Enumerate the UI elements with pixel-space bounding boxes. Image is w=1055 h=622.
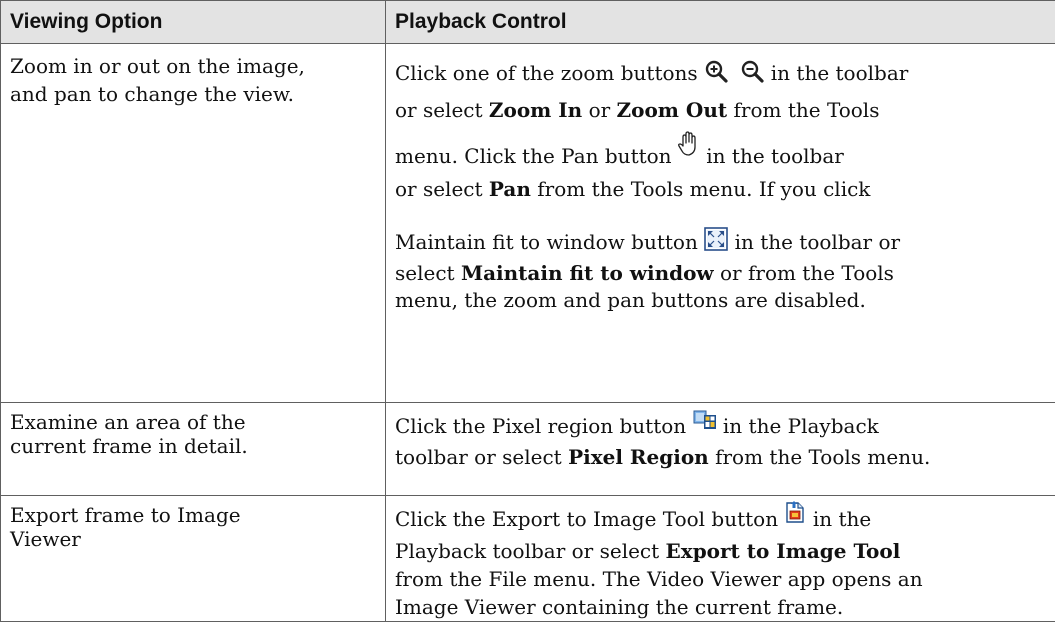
bold-term: Pan [489, 177, 531, 201]
bold-term: Zoom Out [617, 98, 728, 122]
option-text: Zoom in or out on the image, [10, 52, 379, 80]
control-text: in the toolbar [771, 61, 909, 85]
control-text: menu, the zoom and pan buttons are disab… [395, 288, 866, 312]
playback-control-cell: Click the Pixel region button [386, 403, 1055, 496]
control-text: from the Tools menu. If you click [537, 177, 870, 201]
bold-term: Export to Image Tool [666, 539, 901, 563]
fit-to-window-icon [704, 227, 728, 251]
option-text: Examine an area of the [10, 410, 379, 434]
control-text: from the Tools menu. [715, 445, 930, 469]
playback-control-cell: Click one of the zoom buttons [386, 44, 1055, 403]
option-text: current frame in detail. [10, 434, 379, 458]
control-text: menu. Click the Pan button [395, 144, 672, 168]
control-text: Image Viewer containing the current fram… [395, 593, 1050, 621]
control-text: or from the Tools [720, 261, 894, 285]
table-row: Examine an area of the current frame in … [1, 403, 1055, 496]
option-text: and pan to change the view. [10, 80, 379, 108]
table-row: Export frame to Image Viewer Click the E… [1, 496, 1055, 622]
bold-term: Maintain fit to window [461, 261, 714, 285]
control-text: Click one of the zoom buttons [395, 61, 698, 85]
control-text: or select [395, 98, 483, 122]
table-header-row: Viewing Option Playback Control [1, 1, 1055, 44]
header-viewing-option: Viewing Option [1, 1, 386, 44]
playback-control-cell: Click the Export to Image Tool button in… [386, 496, 1055, 622]
control-text: in the toolbar [706, 144, 844, 168]
control-text: from the Tools [734, 98, 880, 122]
zoom-out-icon [740, 59, 764, 83]
control-text: Click the Export to Image Tool button [395, 507, 778, 531]
viewing-options-table: Viewing Option Playback Control Zoom in … [0, 0, 1055, 622]
bold-term: Zoom In [489, 98, 582, 122]
viewing-option-cell: Export frame to Image Viewer [1, 496, 386, 622]
control-text: in the Playback [723, 414, 879, 438]
control-text: select [395, 261, 455, 285]
control-text: Click the Pixel region button [395, 414, 686, 438]
control-text: from the File menu. The Video Viewer app… [395, 565, 1050, 593]
control-text: Playback toolbar or select [395, 539, 659, 563]
export-to-image-icon [784, 500, 806, 524]
header-playback-control: Playback Control [386, 1, 1055, 44]
control-text: in the toolbar or [735, 230, 901, 254]
pan-hand-icon [678, 131, 700, 157]
viewing-option-cell: Examine an area of the current frame in … [1, 403, 386, 496]
control-text: or [589, 98, 611, 122]
viewing-option-cell: Zoom in or out on the image, and pan to … [1, 44, 386, 403]
option-text: Viewer [10, 527, 379, 551]
table-row: Zoom in or out on the image, and pan to … [1, 44, 1055, 403]
control-text: toolbar or select [395, 445, 562, 469]
bold-term: Pixel Region [568, 445, 709, 469]
control-text: in the [813, 507, 871, 531]
zoom-in-icon [704, 59, 728, 83]
control-text: Maintain fit to window button [395, 230, 698, 254]
pixel-region-icon [693, 409, 717, 431]
control-text: or select [395, 177, 483, 201]
option-text: Export frame to Image [10, 503, 379, 527]
